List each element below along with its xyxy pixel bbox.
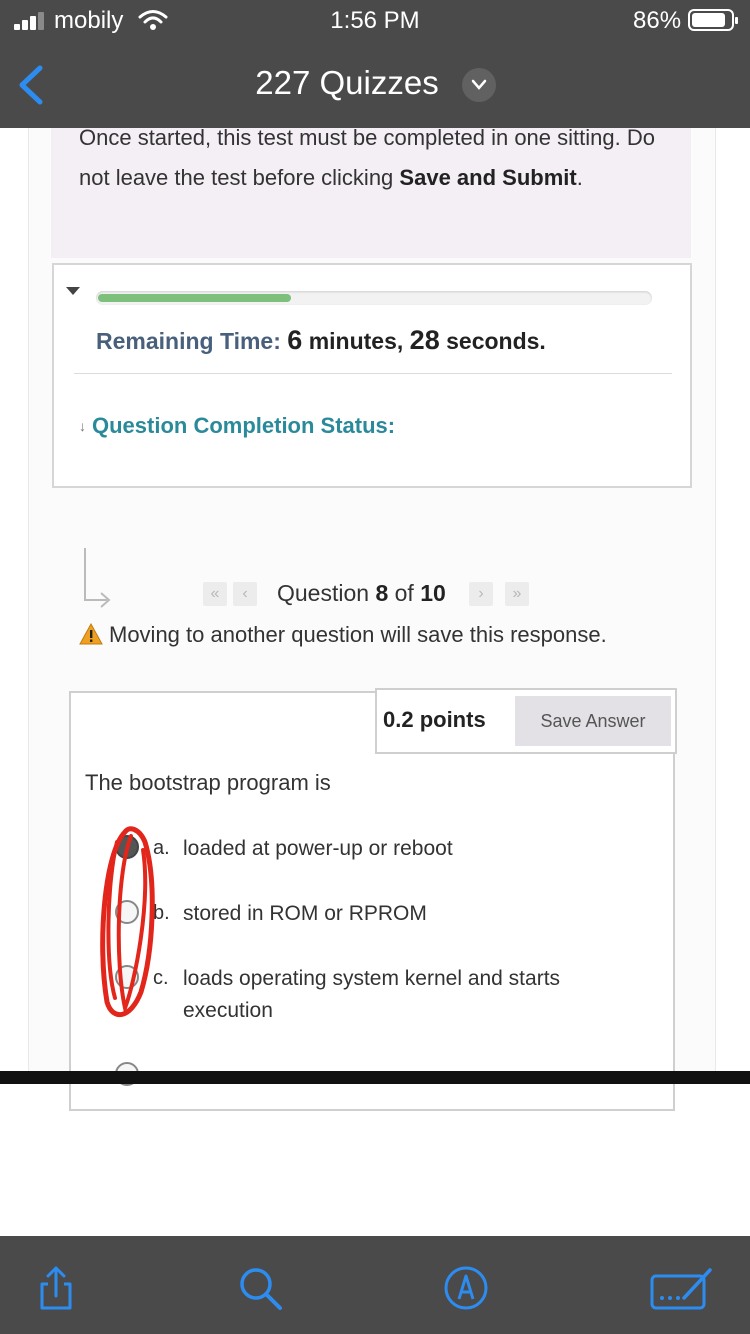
quiz-content: Once started, this test must be complete… bbox=[28, 125, 717, 1111]
chevron-down-icon[interactable] bbox=[462, 68, 496, 102]
screenshot-separator bbox=[0, 1071, 750, 1084]
test-instructions: Once started, this test must be complete… bbox=[51, 125, 691, 258]
battery-icon bbox=[688, 9, 738, 31]
bottom-toolbar bbox=[0, 1236, 750, 1334]
question-completion-status-toggle[interactable]: ↓ Question Completion Status: bbox=[79, 413, 395, 439]
share-icon[interactable] bbox=[32, 1264, 80, 1312]
points-header: 0.2 points Save Answer bbox=[375, 688, 677, 754]
markup-pen-icon[interactable] bbox=[442, 1264, 490, 1312]
timer-panel: Remaining Time: 6 minutes, 28 seconds. ↓… bbox=[52, 263, 692, 488]
save-response-warning: Moving to another question will save thi… bbox=[79, 620, 607, 648]
time-progress-bar bbox=[96, 291, 652, 305]
remaining-minutes: 6 bbox=[287, 325, 303, 355]
battery-percent: 86% bbox=[633, 7, 682, 34]
keyboard-edit-icon[interactable] bbox=[650, 1264, 716, 1312]
option-text: stored in ROM or RPROM bbox=[183, 902, 427, 925]
total-questions: 10 bbox=[420, 580, 446, 606]
remaining-time-label: Remaining Time: bbox=[96, 328, 281, 354]
instructions-bold: Save and Submit bbox=[399, 165, 577, 190]
save-answer-button[interactable]: Save Answer bbox=[515, 696, 671, 746]
question-counter: Question 8 of 10 bbox=[277, 580, 446, 606]
warning-icon bbox=[79, 623, 103, 645]
search-icon[interactable] bbox=[236, 1264, 284, 1312]
red-pen-scribble bbox=[100, 826, 155, 1018]
top-bar: mobily 1:56 PM 86% 227 Quizzes bbox=[0, 0, 750, 128]
remaining-time: Remaining Time: 6 minutes, 28 seconds. bbox=[96, 325, 546, 355]
question-text: The bootstrap program is bbox=[85, 770, 331, 795]
double-chevron-down-icon: ↓ bbox=[79, 418, 86, 434]
last-question-button[interactable]: » bbox=[505, 582, 529, 606]
status-bar: mobily 1:56 PM 86% bbox=[0, 0, 750, 42]
question-navigation: « ‹ Question 8 of 10 › » bbox=[29, 580, 717, 612]
previous-question-button[interactable]: ‹ bbox=[233, 582, 257, 606]
page-title[interactable]: 227 Quizzes bbox=[0, 64, 750, 102]
screen: mobily 1:56 PM 86% 227 Quizzes Once star… bbox=[0, 0, 750, 1334]
remaining-seconds: 28 bbox=[409, 325, 440, 355]
question-points: 0.2 points bbox=[383, 707, 486, 732]
collapse-triangle-icon[interactable] bbox=[66, 287, 80, 295]
option-text: loads operating system kernel and starts… bbox=[183, 967, 561, 1022]
current-question: 8 bbox=[375, 580, 389, 606]
option-text: loaded at power-up or reboot bbox=[183, 837, 453, 860]
battery-fill bbox=[692, 13, 725, 27]
next-question-button[interactable]: › bbox=[469, 582, 493, 606]
first-question-button[interactable]: « bbox=[203, 582, 227, 606]
time-progress-fill bbox=[98, 294, 291, 302]
divider bbox=[74, 373, 672, 374]
